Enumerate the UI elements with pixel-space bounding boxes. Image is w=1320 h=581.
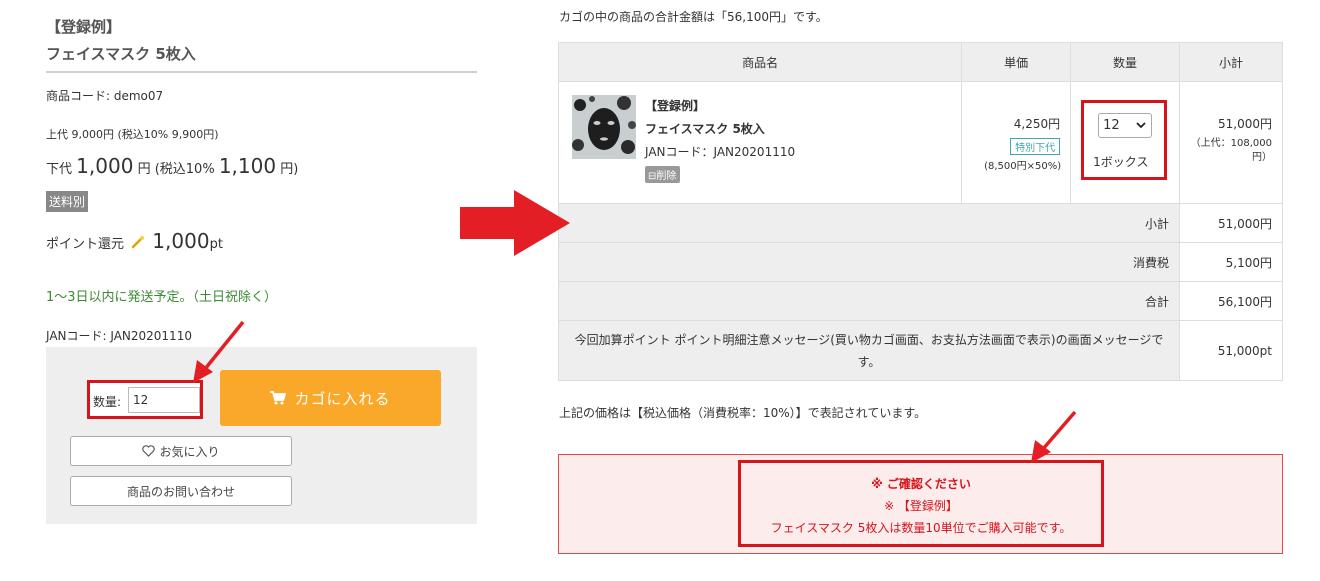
header-subtotal: 小計 <box>1179 42 1283 82</box>
add-to-cart-panel: 数量: 12 カゴに入れる お気に入り 商品のお問い合わせ <box>46 347 477 524</box>
summary-value: 5,100円 <box>1179 242 1283 282</box>
summary-label: 小計 <box>558 203 1180 243</box>
summary-label: 合計 <box>558 281 1180 321</box>
title-divider <box>46 71 477 73</box>
summary-value: 56,100円 <box>1179 281 1283 321</box>
jan-code: JANコード: JAN20201110 <box>46 329 192 343</box>
cart-header-row: 商品名 単価 数量 小計 <box>557 42 1283 82</box>
inquiry-button[interactable]: 商品のお問い合わせ <box>70 476 292 506</box>
quantity-input-value: 12 <box>133 393 149 407</box>
summary-row-tax: 消費税 5,100円 <box>558 242 1283 282</box>
item-subtotal: 51,000円 <box>1218 117 1272 131</box>
magic-wand-icon <box>131 235 145 249</box>
product-title-prefix: 【登録例】 <box>46 18 122 36</box>
alert-product-prefix: ※ 【登録例】 <box>884 499 958 513</box>
summary-row-total: 合計 56,100円 <box>558 281 1283 321</box>
quantity-select-value: 12 <box>1103 118 1120 133</box>
cart-table: 商品名 単価 数量 小計 【登録例】 フェイスマスク 5枚入 JANコード：JA… <box>557 42 1283 381</box>
sale-label: 下代 <box>46 162 73 177</box>
quantity-select[interactable]: 12 <box>1098 113 1153 138</box>
summary-value: 51,000円 <box>1179 203 1283 243</box>
quantity-highlight: 数量: 12 <box>87 380 203 419</box>
summary-label: 消費税 <box>558 242 1180 282</box>
sale-tax-label: (税込10% <box>154 162 215 177</box>
cart-item-quantity: 12 1ボックス <box>1070 81 1180 204</box>
sale-price-value: 1,000 <box>76 154 134 178</box>
product-code: 商品コード: demo07 <box>46 89 164 103</box>
alert-title: ※ ご確認ください <box>871 477 971 491</box>
unit-price-calc: (8,500円×50%) <box>984 161 1062 172</box>
list-price: 上代 9,000円 (税込10% 9,900円) <box>46 128 219 141</box>
unit-price: 4,250円 <box>1013 117 1061 131</box>
alert-message: フェイスマスク 5枚入は数量10単位でご購入可能です。 <box>770 521 1072 535</box>
product-title: フェイスマスク 5枚入 <box>46 45 196 63</box>
points-message: 今回加算ポイント ポイント明細注意メッセージ(買い物カゴ画面、お支払方法画面で表… <box>558 320 1180 381</box>
summary-row-points: 今回加算ポイント ポイント明細注意メッセージ(買い物カゴ画面、お支払方法画面で表… <box>558 320 1283 381</box>
sale-price-unit: 円 <box>137 162 151 177</box>
point-label: ポイント還元 <box>46 237 125 252</box>
quantity-input[interactable]: 12 <box>128 387 200 413</box>
sale-tax-unit: 円) <box>280 162 299 177</box>
cart-item-row: 【登録例】 フェイスマスク 5枚入 JANコード：JAN20201110 ⊟削除… <box>557 81 1283 204</box>
sale-price: 下代 1,000 円 (税込10% 1,100 円) <box>46 154 298 178</box>
shipping-badge: 送料別 <box>46 191 89 212</box>
chevron-down-icon <box>1136 122 1146 129</box>
heart-icon <box>142 445 156 457</box>
cart-item-title[interactable]: フェイスマスク 5枚入 <box>645 120 765 137</box>
quantity-alert: ※ ご確認ください ※ 【登録例】 フェイスマスク 5枚入は数量10単位でご購入… <box>558 454 1283 554</box>
add-to-cart-label: カゴに入れる <box>294 389 391 408</box>
add-to-cart-button[interactable]: カゴに入れる <box>220 370 441 426</box>
delivery-info: 1〜3日以内に発送予定。（土日祝除く） <box>46 290 278 305</box>
cart-item-jan: JANコード：JAN20201110 <box>645 145 796 159</box>
cart-icon <box>270 391 287 405</box>
points-value: 51,000pt <box>1179 320 1283 381</box>
cart-item-title-prefix: 【登録例】 <box>645 99 706 113</box>
favorite-label: お気に入り <box>159 444 220 459</box>
point-reward: ポイント還元 1,000pt <box>46 229 223 253</box>
product-thumbnail <box>572 95 636 159</box>
inquiry-label: 商品のお問い合わせ <box>126 484 235 499</box>
cart-item-product: 【登録例】 フェイスマスク 5枚入 JANコード：JAN20201110 ⊟削除 <box>557 81 963 204</box>
points-message-text: 今回加算ポイント ポイント明細注意メッセージ(買い物カゴ画面、お支払方法画面で表… <box>574 332 1164 369</box>
delete-label: 削除 <box>656 171 677 182</box>
cart-item-unit: 4,250円 特別下代 (8,500円×50%) <box>961 81 1072 204</box>
quantity-label: 数量: <box>93 395 122 409</box>
sale-tax-price: 1,100 <box>218 154 277 178</box>
quantity-highlight-cart: 12 1ボックス <box>1081 100 1168 180</box>
cart-total-message: カゴの中の商品の合計金額は「56,100円」です。 <box>559 10 828 24</box>
product-detail: 【登録例】 フェイスマスク 5枚入 商品コード: demo07 上代 9,000… <box>46 0 477 581</box>
cart-item-subtotal: 51,000円 （上代：108,000円） <box>1179 81 1283 204</box>
tax-note: 上記の価格は【税込価格（消費税率：10%）】で表記されています。 <box>559 406 927 420</box>
summary-row-subtotal: 小計 51,000円 <box>558 203 1283 243</box>
header-unit-price: 単価 <box>961 42 1072 82</box>
delete-button[interactable]: ⊟削除 <box>645 166 681 183</box>
header-product-name: 商品名 <box>557 42 963 82</box>
quantity-unit: 1ボックス <box>1093 155 1149 169</box>
favorite-button[interactable]: お気に入り <box>70 436 292 466</box>
alert-highlight: ※ ご確認ください ※ 【登録例】 フェイスマスク 5枚入は数量10単位でご購入… <box>738 460 1104 547</box>
special-price-badge: 特別下代 <box>1010 138 1061 155</box>
header-quantity: 数量 <box>1070 42 1180 82</box>
point-unit: pt <box>209 237 223 252</box>
point-value: 1,000 <box>152 229 210 253</box>
item-list-total: （上代：108,000円） <box>1190 138 1272 163</box>
